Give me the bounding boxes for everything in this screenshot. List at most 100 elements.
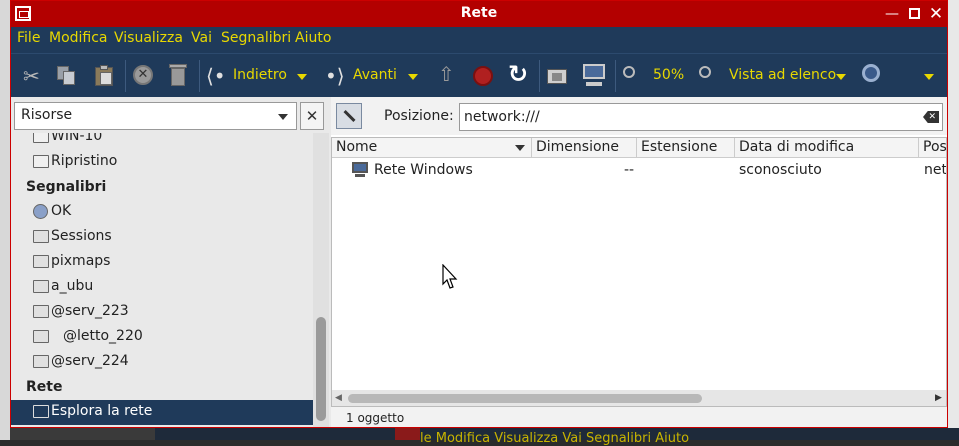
- sidebar-item-esplora-la-rete[interactable]: Esplora la rete: [11, 400, 313, 425]
- menu-bar: File Modifica Visualizza Vai Segnalibri …: [11, 27, 947, 53]
- column-header-dimensione[interactable]: Dimensione: [532, 138, 637, 158]
- bookmark-icon: [33, 204, 48, 219]
- sidebar: Risorse ✕ WIN-10 Ripristino Segnalibri O…: [11, 97, 331, 427]
- menu-segnalibri[interactable]: Segnalibri: [221, 30, 291, 46]
- location-input[interactable]: [459, 103, 943, 131]
- sidebar-item-serv-223[interactable]: @serv_223: [11, 300, 313, 325]
- sidebar-item-pixmaps[interactable]: pixmaps: [11, 250, 313, 275]
- column-header-nome[interactable]: Nome: [332, 138, 532, 158]
- sidebar-header-segnalibri: Segnalibri: [26, 179, 107, 195]
- reload-icon[interactable]: ↻: [508, 60, 528, 88]
- stop-icon[interactable]: [473, 66, 493, 86]
- sidebar-item-letto-220[interactable]: @letto_220: [11, 325, 313, 350]
- drive-icon: [33, 155, 49, 168]
- toolbar-separator: [199, 60, 200, 92]
- network-icon: [33, 405, 49, 418]
- sidebar-item-label: pixmaps: [51, 253, 111, 269]
- toolbar-overflow-icon[interactable]: [924, 74, 934, 80]
- row-name: Rete Windows: [374, 162, 473, 178]
- column-header-label: Nome: [336, 139, 378, 155]
- location-bar: Posizione: ✕: [331, 97, 947, 135]
- sidebar-item-a-ubu[interactable]: a_ubu: [11, 275, 313, 300]
- menu-visualizza[interactable]: Visualizza: [114, 30, 183, 46]
- zoom-out-icon[interactable]: [623, 66, 635, 78]
- mouse-pointer-icon: [442, 264, 458, 289]
- scroll-right-icon[interactable]: ▶: [935, 393, 942, 403]
- sidebar-item-ripristino[interactable]: Ripristino: [11, 150, 313, 175]
- sidebar-item-label: a_ubu: [51, 278, 94, 294]
- table-row[interactable]: Rete Windows -- sconosciuto netw: [332, 159, 946, 183]
- sidebar-item-label: Sessions: [51, 228, 112, 244]
- file-manager-window: Rete — ✕ File Modifica Visualizza Vai Se…: [10, 0, 948, 428]
- menu-aiuto[interactable]: Aiuto: [295, 30, 331, 46]
- background-window-accent: [395, 428, 420, 440]
- sidebar-item-label: @letto_220: [63, 328, 143, 344]
- zoom-in-icon[interactable]: [699, 66, 711, 78]
- sidebar-list: WIN-10 Ripristino Segnalibri OK Sessions…: [11, 133, 313, 427]
- column-header-data-di-modifica[interactable]: Data di modifica: [735, 138, 919, 158]
- back-button[interactable]: Indietro: [233, 67, 287, 83]
- file-list-view[interactable]: Nome Dimensione Estensione Data di modif…: [331, 137, 947, 407]
- forward-dropdown-icon[interactable]: [408, 74, 418, 80]
- title-bar[interactable]: Rete — ✕: [11, 1, 947, 27]
- search-icon[interactable]: [862, 64, 880, 82]
- column-header-estensione[interactable]: Estensione: [637, 138, 735, 158]
- forward-arrow-icon[interactable]: •⟩: [325, 64, 345, 88]
- network-computer-icon: [350, 162, 370, 178]
- sidebar-item-label: Esplora la rete: [51, 403, 153, 419]
- location-label: Posizione:: [384, 108, 454, 124]
- folder-icon: [33, 230, 49, 243]
- sidebar-item-label: WIN-10: [51, 133, 103, 144]
- window-title: Rete: [460, 5, 498, 21]
- back-arrow-icon[interactable]: ⟨•: [206, 64, 226, 88]
- column-header-posizione[interactable]: Pos: [919, 138, 946, 158]
- toolbar-separator: [615, 60, 616, 92]
- folder-icon: [33, 280, 49, 293]
- sidebar-close-button[interactable]: ✕: [300, 102, 324, 130]
- minimize-icon[interactable]: —: [883, 5, 901, 23]
- horizontal-scrollbar-thumb[interactable]: [348, 394, 702, 403]
- close-icon[interactable]: ✕: [927, 5, 945, 23]
- column-headers: Nome Dimensione Estensione Data di modif…: [332, 138, 946, 158]
- forward-button[interactable]: Avanti: [353, 67, 397, 83]
- sidebar-item-serv-224[interactable]: @serv_224: [11, 350, 313, 375]
- menu-modifica[interactable]: Modifica: [49, 30, 108, 46]
- sidebar-type-value: Risorse: [21, 107, 73, 123]
- sidebar-scrollbar-thumb[interactable]: [316, 317, 326, 421]
- cut-icon[interactable]: ✂: [23, 64, 40, 88]
- folder-icon: [33, 255, 49, 268]
- edit-location-icon[interactable]: [336, 103, 362, 129]
- sidebar-item-sessions[interactable]: Sessions: [11, 225, 313, 250]
- desktop-right-strip: [948, 0, 959, 440]
- chevron-down-icon: [278, 114, 288, 120]
- back-dropdown-icon[interactable]: [297, 74, 307, 80]
- row-modified: sconosciuto: [739, 162, 822, 178]
- toolbar-separator: [125, 60, 126, 92]
- menu-file[interactable]: File: [17, 30, 40, 46]
- up-arrow-icon[interactable]: ⇧: [438, 62, 455, 86]
- delete-icon[interactable]: ✕: [133, 65, 153, 85]
- toolbar-separator: [539, 60, 540, 92]
- sidebar-item-win10[interactable]: WIN-10: [11, 133, 313, 150]
- zoom-level: 50%: [653, 67, 685, 83]
- sidebar-item-ok[interactable]: OK: [11, 200, 313, 225]
- row-position: netw: [924, 162, 946, 178]
- sidebar-type-select[interactable]: Risorse: [14, 102, 297, 130]
- sidebar-item-label: @serv_223: [51, 303, 129, 319]
- folder-icon: [33, 355, 49, 368]
- scroll-left-icon[interactable]: ◀: [335, 393, 342, 403]
- row-size: --: [624, 162, 635, 178]
- toolbar: ✂ ✕ ⟨• Indietro •⟩ Avanti ⇧ ↻ 50% Vista …: [11, 53, 947, 97]
- maximize-icon[interactable]: [905, 5, 923, 23]
- menu-vai[interactable]: Vai: [191, 30, 212, 46]
- view-mode-select[interactable]: Vista ad elenco: [729, 67, 836, 83]
- drive-icon: [33, 133, 49, 143]
- sidebar-scrollbar[interactable]: [313, 133, 329, 427]
- horizontal-scrollbar[interactable]: ◀ ▶: [332, 390, 946, 406]
- desktop-left-strip: [0, 0, 10, 440]
- sidebar-item-label: @serv_224: [51, 353, 129, 369]
- background-window-menubar: le Modifica Visualizza Vai Segnalibri Ai…: [420, 431, 690, 446]
- view-mode-dropdown-icon[interactable]: [836, 74, 846, 80]
- sidebar-header-rete: Rete: [26, 379, 63, 395]
- folder-icon: [33, 305, 49, 318]
